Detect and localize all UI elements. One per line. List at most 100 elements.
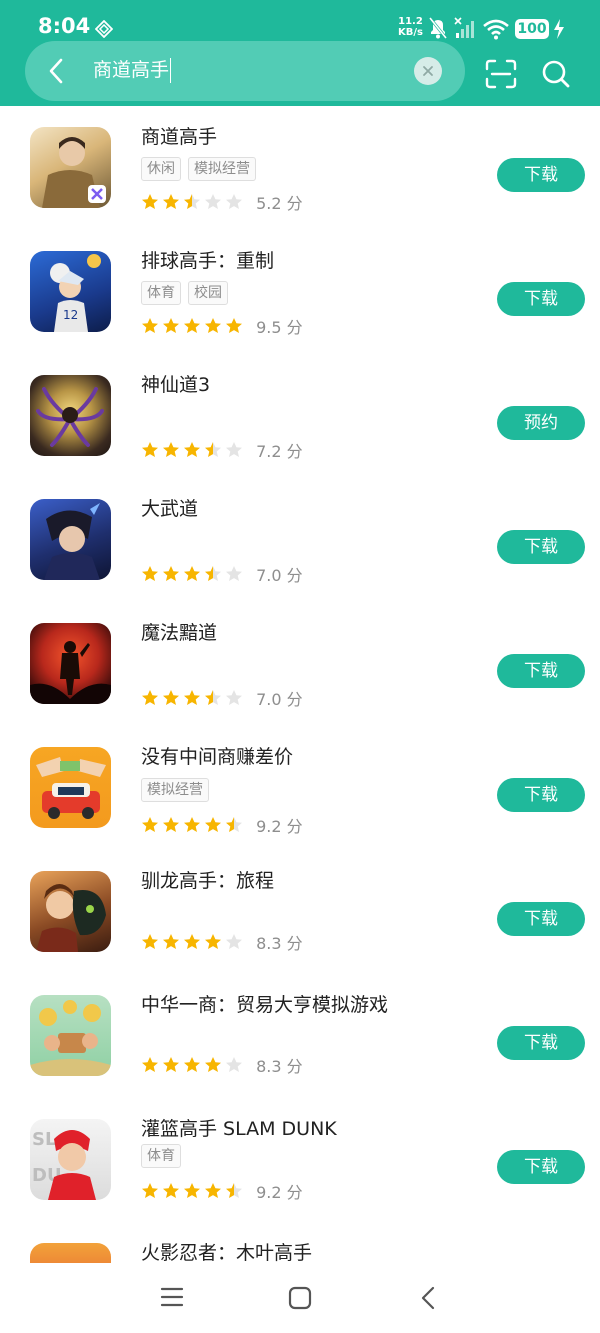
star-icon (163, 934, 179, 949)
download-button[interactable]: 下载 (497, 158, 585, 192)
app-rating: 7.2 分 (141, 438, 303, 461)
download-button[interactable]: 下载 (497, 902, 585, 936)
app-title[interactable]: 中华一商：贸易大亨模拟游戏 (141, 990, 388, 1017)
app-tag: 休闲 (141, 157, 181, 181)
app-rating: 7.0 分 (141, 686, 303, 709)
app-row[interactable]: 没有中间商赚差价 模拟经营 9.2 分 下载 (0, 726, 600, 851)
star-icon (205, 194, 221, 209)
app-notification-icon (95, 20, 113, 38)
app-rating: 9.5 分 (141, 314, 303, 337)
app-title[interactable]: 火影忍者：木叶高手 (141, 1238, 312, 1263)
app-score: 8.3 分 (256, 1057, 303, 1076)
download-button[interactable]: 下载 (497, 778, 585, 812)
app-rating: 7.0 分 (141, 562, 303, 585)
search-input[interactable]: 商道高手 (93, 58, 172, 83)
star-rating (142, 442, 242, 457)
system-nav-bar (0, 1263, 600, 1333)
app-tag: 模拟经营 (188, 157, 256, 181)
back-arrow-icon[interactable] (42, 55, 72, 87)
app-row[interactable]: 商道高手 休闲 模拟经营 5.2 分 下载 (0, 106, 600, 231)
star-icon (205, 566, 221, 581)
download-button[interactable]: 下载 (497, 282, 585, 316)
app-rating: 9.2 分 (141, 813, 303, 836)
app-tags: 休闲 模拟经营 (141, 157, 263, 181)
star-icon (142, 1057, 158, 1072)
star-icon (163, 566, 179, 581)
app-row[interactable]: 中华一商：贸易大亨模拟游戏 8.3 分 下载 (0, 974, 600, 1099)
star-icon (142, 817, 158, 832)
app-title[interactable]: 没有中间商赚差价 (141, 742, 293, 769)
star-icon (184, 934, 200, 949)
star-rating (142, 1057, 242, 1072)
star-icon (163, 817, 179, 832)
star-icon (226, 817, 242, 832)
svg-text:12: 12 (63, 308, 78, 322)
app-row[interactable]: 大武道 7.0 分 下载 (0, 478, 600, 603)
star-icon (226, 1183, 242, 1198)
app-score: 7.0 分 (256, 566, 303, 585)
search-icon[interactable] (540, 58, 572, 90)
star-icon (163, 194, 179, 209)
star-rating (142, 817, 242, 832)
star-icon (184, 690, 200, 705)
reserve-button[interactable]: 预约 (497, 406, 585, 440)
star-icon (226, 566, 242, 581)
app-icon-meiyouzhongjianshang (30, 747, 111, 828)
app-tag: 体育 (141, 1144, 181, 1168)
download-button[interactable]: 下载 (497, 530, 585, 564)
star-icon (142, 194, 158, 209)
search-bar[interactable] (25, 41, 465, 101)
svg-text:SL: SL (32, 1129, 56, 1150)
app-row[interactable]: 驯龙高手：旅程 8.3 分 下载 (0, 850, 600, 975)
star-icon (205, 690, 221, 705)
app-icon-volleyball: 12 (30, 251, 111, 332)
download-button[interactable]: 下载 (497, 1150, 585, 1184)
star-icon (226, 442, 242, 457)
system-status-icons (428, 17, 509, 40)
star-icon (226, 934, 242, 949)
back-icon[interactable] (418, 1285, 438, 1311)
star-icon (184, 566, 200, 581)
app-title[interactable]: 商道高手 (141, 122, 217, 149)
star-icon (184, 1057, 200, 1072)
star-icon (205, 817, 221, 832)
home-icon[interactable] (288, 1286, 312, 1310)
app-tags: 体育 校园 (141, 281, 235, 305)
app-rating: 5.2 分 (141, 190, 303, 213)
star-icon (184, 817, 200, 832)
app-row[interactable]: SL DU 灌篮高手 SLAM DUNK 体育 9.2 分 下载 (0, 1098, 600, 1223)
app-tag: 校园 (188, 281, 228, 305)
wifi-icon (483, 19, 509, 40)
network-speed: 11.2 KB/s (398, 16, 423, 38)
app-title[interactable]: 大武道 (141, 494, 198, 521)
app-title[interactable]: 魔法黯道 (141, 618, 217, 645)
app-row[interactable]: 神仙道3 7.2 分 预约 (0, 354, 600, 479)
download-button[interactable]: 下载 (497, 654, 585, 688)
app-tag: 体育 (141, 281, 181, 305)
top-bar: 8:04 11.2 KB/s 100 商道高手 (0, 0, 600, 106)
app-row[interactable]: 12 排球高手：重制 体育 校园 9.5 分 下载 (0, 230, 600, 355)
app-title[interactable]: 排球高手：重制 (141, 246, 274, 273)
app-title[interactable]: 灌篮高手 SLAM DUNK (141, 1114, 337, 1141)
app-title[interactable]: 神仙道3 (141, 370, 210, 397)
app-title[interactable]: 驯龙高手：旅程 (141, 866, 274, 893)
scan-icon[interactable] (485, 59, 517, 89)
download-button[interactable]: 下载 (497, 1026, 585, 1060)
cellular-signal-icon (454, 17, 474, 38)
app-score: 7.2 分 (256, 442, 303, 461)
star-icon (163, 1183, 179, 1198)
clear-search-icon[interactable] (414, 57, 442, 85)
star-icon (184, 194, 200, 209)
star-icon (163, 442, 179, 457)
star-icon (205, 442, 221, 457)
menu-icon[interactable] (160, 1286, 184, 1308)
app-row[interactable]: 火影忍者：木叶高手 下载 (0, 1222, 600, 1263)
app-icon-slamdunk: SL DU (30, 1119, 111, 1200)
star-icon (226, 194, 242, 209)
star-rating (142, 934, 242, 949)
star-icon (142, 690, 158, 705)
star-icon (142, 442, 158, 457)
app-score: 9.5 分 (256, 318, 303, 337)
star-icon (142, 934, 158, 949)
app-row[interactable]: 魔法黯道 7.0 分 下载 (0, 602, 600, 727)
